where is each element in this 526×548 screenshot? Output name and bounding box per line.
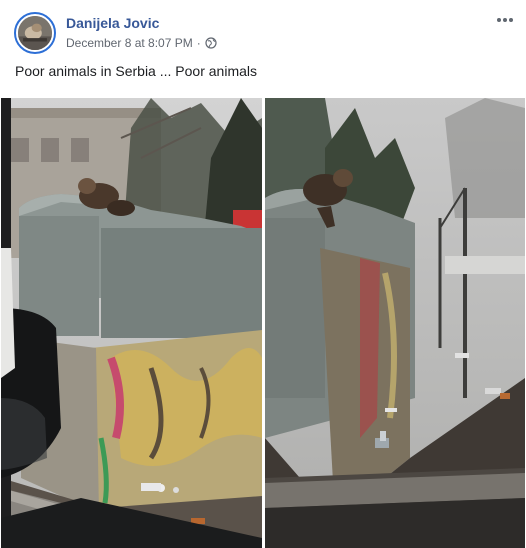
photo-dog-on-dumpster-1[interactable] [1,98,262,548]
avatar[interactable] [14,12,56,54]
photo-grid [0,98,526,548]
post-text: Poor animals in Serbia ... Poor animals [15,63,257,79]
meta-separator: · [196,36,201,50]
globe-icon[interactable] [205,37,217,49]
photo-dog-on-dumpster-2[interactable] [265,98,525,548]
avatar-image [18,16,52,50]
post-header: Danijela Jovic December 8 at 8:07 PM · [14,12,514,56]
facebook-post: Danijela Jovic December 8 at 8:07 PM · P… [0,0,526,548]
post-meta: December 8 at 8:07 PM · [66,36,217,50]
post-timestamp[interactable]: December 8 at 8:07 PM [66,36,193,50]
more-options-icon[interactable] [494,12,516,28]
author-name-link[interactable]: Danijela Jovic [66,15,159,31]
